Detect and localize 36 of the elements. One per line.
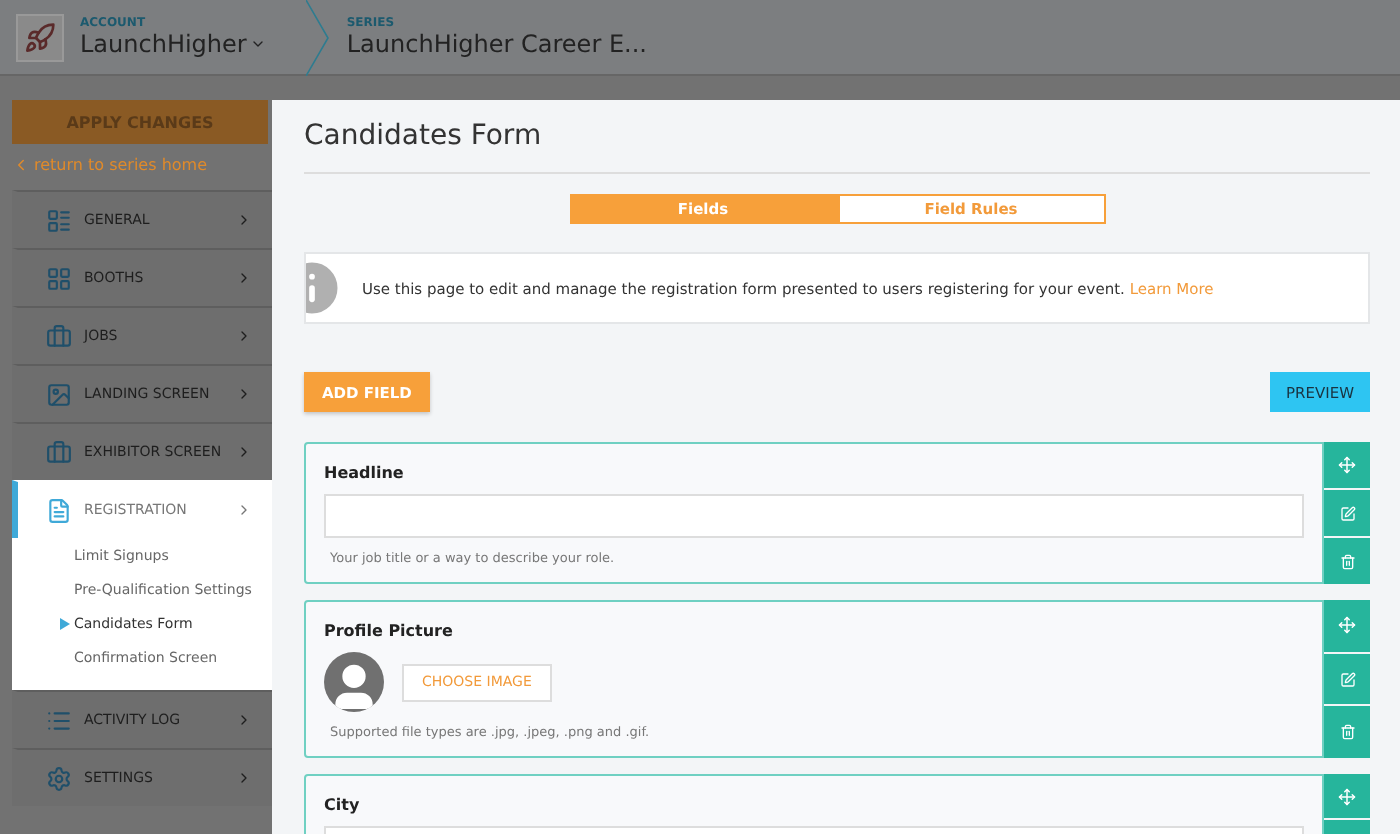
edit-icon xyxy=(1339,505,1355,521)
rocket-logo-icon xyxy=(16,13,64,61)
breadcrumb-divider-icon xyxy=(306,0,331,75)
edit-button[interactable] xyxy=(1324,653,1370,705)
edit-button[interactable] xyxy=(1324,490,1370,536)
move-button[interactable] xyxy=(1324,600,1370,652)
chevron-left-icon xyxy=(12,156,30,174)
chevron-right-icon xyxy=(236,444,252,460)
pointer-icon xyxy=(60,617,70,629)
series-name: LaunchHigher Career E... xyxy=(346,30,647,58)
trash-icon xyxy=(1339,553,1355,569)
settings-icon xyxy=(46,765,72,791)
move-icon xyxy=(1338,456,1356,474)
text-input[interactable] xyxy=(324,494,1304,538)
chevron-right-icon xyxy=(236,712,252,728)
account-dropdown[interactable]: LaunchHigher xyxy=(80,30,267,58)
edit-icon xyxy=(1339,671,1355,687)
move-button[interactable] xyxy=(1324,442,1370,488)
trash-icon xyxy=(1339,724,1355,741)
delete-button[interactable] xyxy=(1324,538,1370,584)
return-link[interactable]: return to series home xyxy=(12,156,272,174)
chevron-right-icon xyxy=(236,270,252,286)
chevron-right-icon xyxy=(236,770,252,786)
delete-button[interactable] xyxy=(1324,706,1370,759)
chevron-right-icon xyxy=(236,328,252,344)
page-title: Candidates Form xyxy=(304,120,1370,174)
chevron-right-icon xyxy=(236,502,252,518)
chevron-right-icon xyxy=(236,212,252,228)
field-label: City xyxy=(324,796,362,814)
chevron-right-icon xyxy=(236,386,252,402)
move-button[interactable] xyxy=(1324,774,1370,818)
caret-icon xyxy=(250,36,267,52)
field-label: Headline xyxy=(324,464,406,482)
field-label: Profile Picture xyxy=(324,622,455,640)
move-icon xyxy=(1338,616,1356,635)
move-icon xyxy=(1338,787,1356,805)
